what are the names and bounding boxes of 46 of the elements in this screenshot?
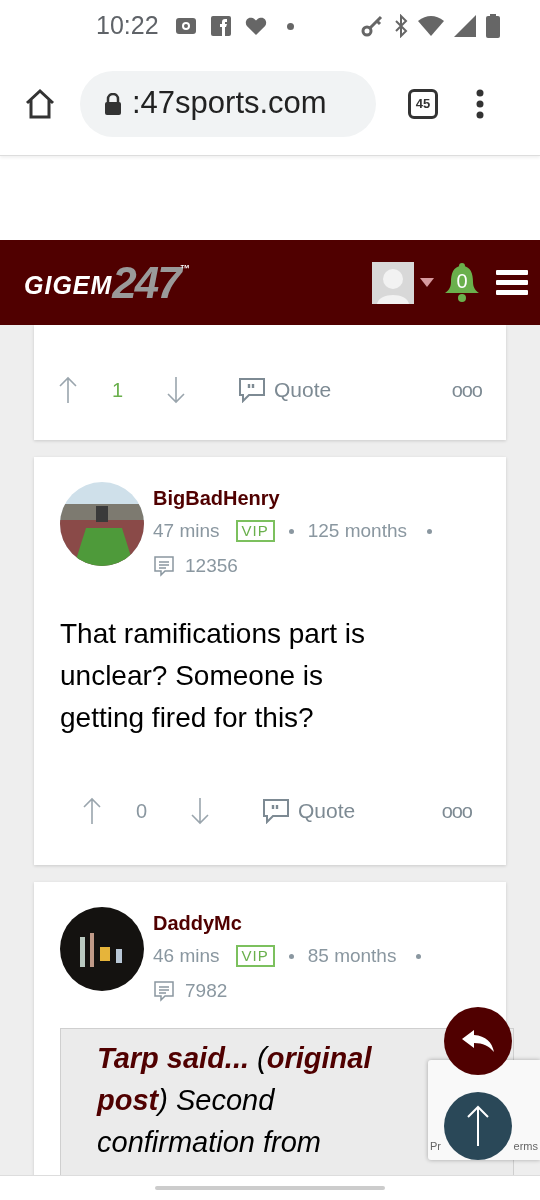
membership-duration: 125 months bbox=[307, 519, 407, 543]
terms-link[interactable]: erms bbox=[513, 1137, 538, 1154]
quote-button[interactable]: Quote bbox=[238, 374, 332, 406]
site-logo[interactable]: GIGEM247™ bbox=[24, 260, 190, 305]
vip-badge: VIP bbox=[235, 945, 275, 967]
tab-count-button[interactable]: 45 bbox=[408, 88, 438, 119]
home-icon[interactable] bbox=[24, 87, 56, 120]
speech-bubble-icon bbox=[238, 377, 266, 403]
vote-count: 0 bbox=[136, 798, 149, 824]
url-text: :47sports.com bbox=[132, 84, 327, 123]
key-icon bbox=[360, 14, 384, 38]
author-link[interactable]: DaddyMc bbox=[153, 909, 422, 937]
comments-icon bbox=[153, 555, 175, 578]
comments-icon bbox=[153, 980, 175, 1003]
reply-arrow-icon bbox=[462, 1030, 494, 1052]
post-time: 46 mins bbox=[153, 944, 220, 968]
signal-icon bbox=[454, 15, 476, 37]
post-time: 47 mins bbox=[153, 519, 220, 543]
url-bar[interactable]: :47sports.com bbox=[80, 70, 376, 137]
privacy-link[interactable]: Pr bbox=[430, 1137, 441, 1154]
vote-count: 1 bbox=[112, 378, 125, 403]
membership-duration: 85 months bbox=[307, 944, 397, 968]
radio-icon bbox=[174, 17, 197, 35]
quoted-text: Tarp said... (original post) Second confirmation from bbox=[97, 1040, 373, 1160]
battery-icon bbox=[486, 14, 500, 38]
arrow-up-icon bbox=[466, 1105, 490, 1147]
post-count: 7982 bbox=[185, 979, 228, 1003]
more-button[interactable]: ooo bbox=[451, 380, 482, 400]
dropdown-caret-icon[interactable] bbox=[420, 278, 434, 287]
facebook-icon bbox=[210, 16, 231, 36]
author-link[interactable]: BigBadHenry bbox=[153, 484, 432, 512]
bluetooth-icon bbox=[394, 14, 408, 38]
post-count: 12356 bbox=[185, 554, 238, 578]
user-avatar-icon[interactable] bbox=[372, 261, 414, 304]
lock-icon bbox=[104, 92, 122, 115]
status-time: 10:22 bbox=[96, 10, 159, 42]
quote-button[interactable]: Quote bbox=[262, 794, 356, 827]
wifi-icon bbox=[418, 15, 444, 37]
menu-icon[interactable] bbox=[476, 88, 484, 119]
hamburger-menu-icon[interactable] bbox=[496, 269, 528, 296]
vip-badge: VIP bbox=[235, 520, 275, 542]
more-button[interactable]: ooo bbox=[441, 800, 472, 821]
post-body: That ramifications part is unclear? Someone is getting fired for this? bbox=[60, 616, 366, 735]
gesture-handle[interactable] bbox=[155, 1186, 385, 1190]
speech-bubble-icon bbox=[262, 797, 290, 824]
heart-icon bbox=[244, 16, 267, 36]
